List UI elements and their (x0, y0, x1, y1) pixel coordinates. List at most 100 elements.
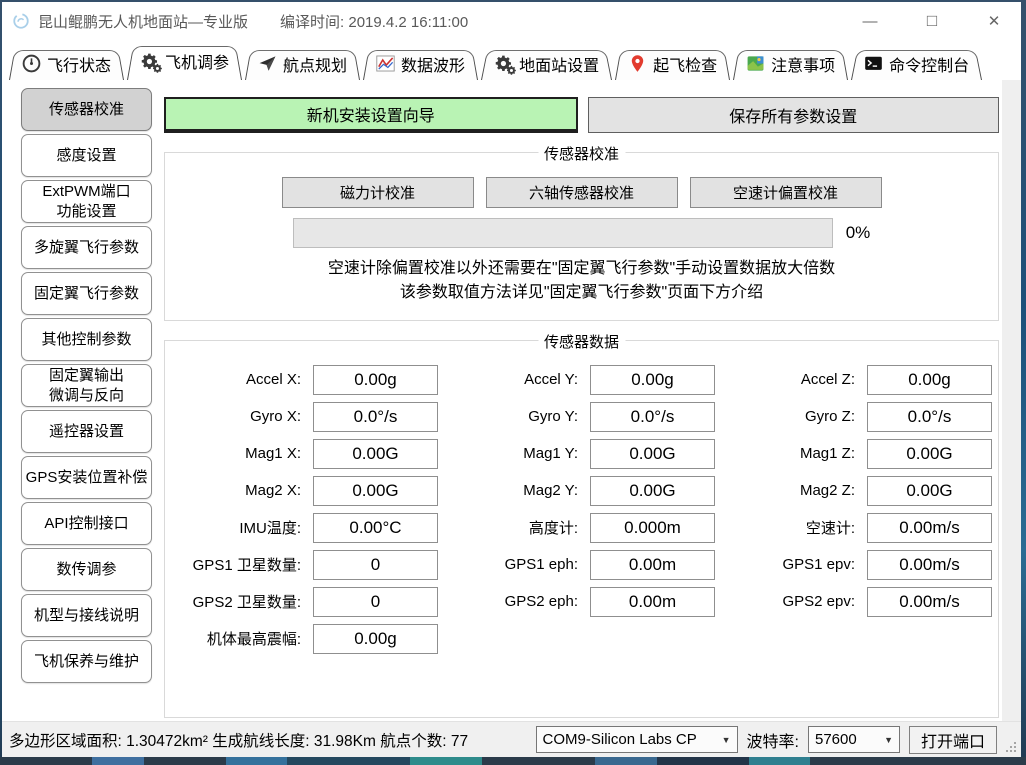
mission-summary-text: 多边形区域面积: 1.30472km² 生成航线长度: 31.98Km 航点个数… (9, 729, 468, 751)
chevron-down-icon: ▼ (722, 735, 731, 745)
sidebar-item-other-params[interactable]: 其他控制参数 (21, 318, 152, 361)
sensor-field-value: 0.0°/s (313, 402, 438, 432)
console-icon (864, 54, 883, 73)
sidebar-item-sensor-calibration[interactable]: 传感器校准 (21, 88, 152, 131)
tab-flight-status[interactable]: 飞行状态 (9, 47, 124, 80)
sensor-field-label: Accel X: (173, 371, 313, 388)
top-button-row: 新机安装设置向导 保存所有参数设置 (164, 97, 999, 133)
tab-waypoint-plan[interactable]: 航点规划 (245, 47, 360, 80)
tab-data-waveform[interactable]: 数据波形 (363, 47, 478, 80)
baud-rate-select[interactable]: 57600 ▼ (808, 726, 900, 753)
tab-notes[interactable]: 注意事项 (733, 47, 848, 80)
tab-label: 航点规划 (283, 52, 347, 76)
resize-grip[interactable] (1006, 742, 1018, 754)
sidebar-item-api-interface[interactable]: API控制接口 (21, 502, 152, 545)
sidebar: 传感器校准感度设置ExtPWM端口 功能设置多旋翼飞行参数固定翼飞行参数其他控制… (21, 80, 152, 721)
sensor-field-label: 机体最高震幅: (173, 628, 313, 649)
sensor-field-label: Mag1 X: (173, 445, 313, 462)
sensor-field-value: 0.00m (590, 587, 715, 617)
sensor-calibration-group: 传感器校准 磁力计校准 六轴传感器校准 空速计偏置校准 0% 空速计除偏置校准以… (164, 152, 999, 321)
magnetometer-calibration-button[interactable]: 磁力计校准 (282, 177, 474, 208)
sensor-field-value: 0.00m/s (867, 550, 992, 580)
sidebar-item-telemetry-tuning[interactable]: 数传调参 (21, 548, 152, 591)
sensor-field-value: 0.0°/s (867, 402, 992, 432)
tab-label: 飞机调参 (165, 49, 229, 73)
plane-icon (258, 54, 277, 73)
desktop-strip (0, 757, 1026, 765)
gauge-icon (22, 54, 41, 73)
group-title: 传感器数据 (538, 331, 625, 352)
chevron-down-icon: ▼ (884, 735, 893, 745)
pin-icon (628, 54, 647, 73)
group-title: 传感器校准 (538, 143, 625, 164)
baud-rate-label: 波特率: (747, 728, 799, 752)
sensor-field-label: GPS1 eph: (438, 556, 590, 573)
sensor-field-label: Accel Z: (715, 371, 867, 388)
sensor-data-grid: Accel X:0.00gAccel Y:0.00gAccel Z:0.00gG… (165, 361, 998, 657)
sensor-field-label: GPS2 卫星数量: (173, 591, 313, 612)
sensor-field-value: 0.00G (590, 439, 715, 469)
sensor-field-label: 高度计: (438, 517, 590, 538)
sidebar-item-fixedwing-output[interactable]: 固定翼输出 微调与反向 (21, 364, 152, 407)
com-port-select[interactable]: COM9-Silicon Labs CP ▼ (536, 726, 738, 753)
sensor-field-value: 0 (313, 587, 438, 617)
six-axis-calibration-button[interactable]: 六轴传感器校准 (486, 177, 678, 208)
gears-icon (140, 52, 159, 71)
sensor-field-value: 0.0°/s (590, 402, 715, 432)
sensor-field-value: 0.00G (867, 476, 992, 506)
tab-gcs-settings[interactable]: 地面站设置 (481, 47, 612, 80)
tab-command-console[interactable]: 命令控制台 (851, 47, 982, 80)
calibration-progress-label: 0% (846, 223, 871, 243)
close-button[interactable]: ✕ (985, 12, 1003, 30)
calibration-note-line1: 空速计除偏置校准以外还需要在"固定翼飞行参数"手动设置数据放大倍数 (165, 257, 998, 281)
sidebar-item-gps-mount-offset[interactable]: GPS安装位置补偿 (21, 456, 152, 499)
tab-takeoff-check[interactable]: 起飞检查 (615, 47, 730, 80)
sensor-field-value: 0.00m/s (867, 513, 992, 543)
sensor-field-value: 0.00G (313, 439, 438, 469)
sidebar-item-rc-settings[interactable]: 遥控器设置 (21, 410, 152, 453)
sensor-field-value: 0 (313, 550, 438, 580)
status-bar: 多边形区域面积: 1.30472km² 生成航线长度: 31.98Km 航点个数… (2, 721, 1021, 757)
sensor-field-label: 空速计: (715, 517, 867, 538)
content-panel: 新机安装设置向导 保存所有参数设置 传感器校准 磁力计校准 六轴传感器校准 空速… (164, 80, 999, 721)
sensor-field-value: 0.000m (590, 513, 715, 543)
sensor-field-label: Gyro Z: (715, 408, 867, 425)
sensor-field-value: 0.00°C (313, 513, 438, 543)
calibration-notes: 空速计除偏置校准以外还需要在"固定翼飞行参数"手动设置数据放大倍数 该参数取值方… (165, 257, 998, 305)
open-port-button[interactable]: 打开端口 (909, 726, 997, 754)
sensor-data-group: 传感器数据 Accel X:0.00gAccel Y:0.00gAccel Z:… (164, 340, 999, 718)
sensor-field-value: 0.00g (867, 365, 992, 395)
airspeed-offset-calibration-button[interactable]: 空速计偏置校准 (690, 177, 882, 208)
save-all-params-button[interactable]: 保存所有参数设置 (588, 97, 1000, 133)
app-window: 昆山鲲鹏无人机地面站—专业版 编译时间: 2019.4.2 16:11:00 —… (2, 2, 1021, 757)
window-controls: — □ ✕ (861, 11, 1003, 31)
sidebar-item-fixedwing-params[interactable]: 固定翼飞行参数 (21, 272, 152, 315)
tab-aircraft-tuning[interactable]: 飞机调参 (127, 42, 242, 80)
baud-rate-value: 57600 (815, 731, 857, 748)
calibration-button-row: 磁力计校准 六轴传感器校准 空速计偏置校准 (165, 177, 998, 208)
tab-label: 数据波形 (401, 52, 465, 76)
map-icon (746, 54, 765, 73)
sidebar-item-sensitivity[interactable]: 感度设置 (21, 134, 152, 177)
calibration-progress-bar (293, 218, 833, 248)
title-bar: 昆山鲲鹏无人机地面站—专业版 编译时间: 2019.4.2 16:11:00 —… (2, 2, 1021, 40)
new-aircraft-wizard-button[interactable]: 新机安装设置向导 (164, 97, 578, 133)
tab-label: 飞行状态 (47, 52, 111, 76)
calibration-note-line2: 该参数取值方法详见"固定翼飞行参数"页面下方介绍 (165, 281, 998, 305)
tab-label: 命令控制台 (889, 52, 969, 76)
sidebar-item-extpwm-ports[interactable]: ExtPWM端口 功能设置 (21, 180, 152, 223)
tab-label: 起飞检查 (653, 52, 717, 76)
tab-label: 地面站设置 (519, 52, 599, 76)
sidebar-item-multirotor-params[interactable]: 多旋翼飞行参数 (21, 226, 152, 269)
sensor-field-value: 0.00m (590, 550, 715, 580)
maximize-button[interactable]: □ (923, 11, 941, 31)
waveform-icon (376, 54, 395, 73)
minimize-button[interactable]: — (861, 13, 879, 30)
sensor-field-value: 0.00m/s (867, 587, 992, 617)
sidebar-item-airframe-wiring[interactable]: 机型与接线说明 (21, 594, 152, 637)
sensor-field-value: 0.00g (590, 365, 715, 395)
sensor-field-label: GPS1 epv: (715, 556, 867, 573)
sidebar-item-maintenance[interactable]: 飞机保养与维护 (21, 640, 152, 683)
com-port-value: COM9-Silicon Labs CP (543, 731, 697, 748)
gears-icon (494, 54, 513, 73)
